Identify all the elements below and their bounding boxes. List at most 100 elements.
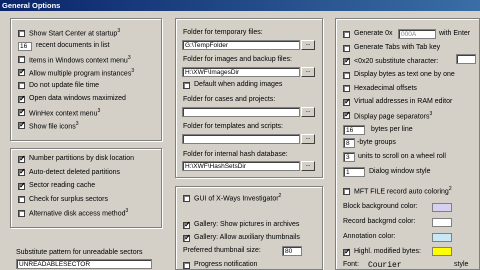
thumbnail-size-label: Preferred thumbnail size:: [183, 247, 261, 254]
bytes-per-line-input[interactable]: 16: [343, 125, 365, 135]
dialog-style-input[interactable]: 1: [343, 167, 365, 177]
editor-option-5-row[interactable]: Display page separators3: [343, 110, 432, 121]
left-option-3-checkbox[interactable]: [18, 67, 26, 77]
mft-auto-coloring-row[interactable]: MFT FILE record auto coloring2: [343, 186, 452, 196]
font-style-label: style: [454, 261, 469, 268]
left-option-3-row[interactable]: Allow multiple program instances3: [18, 67, 134, 78]
gallery-pictures-archives-checkbox[interactable]: [183, 220, 191, 230]
editor-option-2-checkbox[interactable]: [343, 71, 350, 79]
hash-db-folder-browse-button[interactable]: ...: [301, 161, 315, 171]
images-folder-browse-button[interactable]: ...: [301, 67, 315, 77]
thumbnail-size-input[interactable]: 80: [282, 246, 302, 256]
subst-pattern-input[interactable]: UNREADABLESECTOR: [16, 259, 152, 269]
disk-option-3-checkbox[interactable]: [18, 196, 25, 203]
disk-option-4-checkbox[interactable]: [18, 209, 25, 217]
default-when-adding-checkbox[interactable]: [183, 81, 190, 89]
cases-folder-input[interactable]: [182, 107, 300, 117]
left-option-2-checkbox[interactable]: [18, 55, 25, 63]
generate-0x-checkbox[interactable]: [343, 30, 350, 38]
byte-groups-input[interactable]: 8: [343, 138, 355, 148]
temp-folder-browse-button[interactable]: ...: [301, 40, 315, 50]
left-option-1-row[interactable]: 16 recent documents in list: [18, 41, 110, 51]
disk-option-3-label: Check for surplus sectors: [29, 195, 108, 203]
templates-folder-browse-button[interactable]: ...: [301, 134, 315, 144]
font-value: Courier: [368, 261, 402, 270]
disk-option-1-row[interactable]: Auto-detect deleted partitions: [18, 167, 120, 178]
generate-0x-row[interactable]: Generate 0x: [343, 29, 393, 39]
disk-option-0-label: Number partitions by disk location: [29, 155, 135, 162]
highlight-modified-checkbox[interactable]: [343, 247, 351, 257]
gui-xways-investigator-row[interactable]: GUI of X-Ways Investigator2: [183, 193, 281, 203]
editor-option-3-checkbox[interactable]: [343, 85, 350, 92]
highlight-modified-label: Highl. modified bytes:: [354, 248, 421, 255]
disk-option-0-checkbox[interactable]: [18, 154, 26, 164]
editor-option-4-row[interactable]: Virtual addresses in RAM editor: [343, 97, 452, 107]
temp-folder-input[interactable]: G:\TempFolder: [182, 40, 300, 50]
dialog-style-label: Dialog window style: [369, 168, 431, 175]
disk-option-2-row[interactable]: Sector reading cache: [18, 181, 95, 191]
left-option-5-checkbox[interactable]: [18, 94, 26, 104]
left-option-0-checkbox[interactable]: [18, 29, 25, 37]
disk-option-0-row[interactable]: Number partitions by disk location: [18, 154, 134, 164]
highlight-modified-swatch[interactable]: [432, 247, 452, 256]
progress-notification-checkbox[interactable]: [183, 261, 190, 269]
block-bg-color-label: Block background color:: [343, 203, 418, 210]
left-option-4-checkbox[interactable]: [18, 82, 25, 90]
editor-option-1-row[interactable]: <0x20 substitute character:: [343, 56, 438, 67]
editor-option-4-checkbox[interactable]: [343, 97, 351, 107]
editor-option-0-checkbox[interactable]: [343, 44, 350, 52]
left-option-4-label: Do not update file time: [29, 81, 100, 89]
byte-groups-row: 8 -byte groups: [343, 138, 396, 148]
progress-notification-row[interactable]: Progress notification: [183, 260, 257, 270]
images-folder-input[interactable]: H:\XWF\ImagesDir: [182, 67, 300, 77]
left-option-6-checkbox[interactable]: [18, 107, 26, 117]
scroll-units-input[interactable]: 3: [343, 152, 355, 162]
gui-xways-investigator-label: GUI of X-Ways Investigator2: [194, 193, 282, 203]
cases-folder-browse-button[interactable]: ...: [301, 107, 315, 117]
generate-0x-value-input[interactable]: 000A: [398, 29, 436, 39]
left-option-0-row[interactable]: Show Start Center at startup3: [18, 28, 120, 38]
disk-option-4-label: Alternative disk access method3: [29, 208, 129, 218]
block-bg-color-swatch[interactable]: [432, 203, 452, 212]
cases-folder-label: Folder for cases and projects:: [183, 96, 276, 103]
scroll-units-label: units to scroll on a wheel roll: [358, 153, 446, 160]
substitute-char-input[interactable]: [456, 54, 476, 64]
record-bg-color-swatch[interactable]: [432, 218, 452, 227]
progress-notification-label: Progress notification: [194, 261, 258, 268]
hash-db-folder-label: Folder for internal hash database:: [183, 151, 288, 158]
font-label: Font:: [343, 261, 359, 268]
left-option-6-row[interactable]: WinHex context menu3: [18, 107, 100, 117]
gallery-aux-thumbnails-row[interactable]: Gallery: Allow auxiliary thumbnails: [183, 233, 300, 243]
templates-folder-input[interactable]: [182, 134, 300, 144]
generate-0x-label: Generate 0x: [354, 30, 393, 37]
mft-auto-coloring-checkbox[interactable]: [343, 187, 350, 195]
editor-option-2-row[interactable]: Display bytes as text one by one: [343, 70, 455, 80]
left-option-1-count-input[interactable]: 16: [18, 41, 32, 51]
disk-option-2-label: Sector reading cache: [29, 182, 96, 189]
left-option-4-row[interactable]: Do not update file time: [18, 81, 99, 91]
gallery-pictures-archives-row[interactable]: Gallery: Show pictures in archives: [183, 220, 299, 230]
disk-option-4-row[interactable]: Alternative disk access method3: [18, 208, 128, 218]
left-option-7-checkbox[interactable]: [18, 120, 26, 130]
editor-option-3-label: Hexadecimal offsets: [354, 84, 417, 92]
left-option-6-label: WinHex context menu3: [29, 107, 101, 117]
left-option-2-row[interactable]: Items in Windows context menu3: [18, 54, 131, 64]
gallery-aux-thumbnails-checkbox[interactable]: [183, 233, 191, 243]
left-option-5-row[interactable]: Open data windows maximized: [18, 94, 126, 104]
highlight-modified-row[interactable]: Highl. modified bytes:: [343, 247, 421, 257]
default-when-adding-row[interactable]: Default when adding images: [183, 80, 282, 90]
disk-option-2-checkbox[interactable]: [18, 181, 26, 191]
editor-option-3-row[interactable]: Hexadecimal offsets: [343, 84, 417, 94]
editor-option-5-checkbox[interactable]: [343, 110, 351, 120]
hash-db-folder-input[interactable]: H:\XWF\HashSetsDir: [182, 161, 300, 171]
left-option-7-row[interactable]: Show file icons3: [18, 120, 78, 130]
dialog-style-row: 1 Dialog window style: [343, 167, 430, 177]
byte-groups-label: -byte groups: [357, 139, 396, 146]
disk-option-1-checkbox[interactable]: [18, 167, 26, 177]
editor-option-0-row[interactable]: Generate Tabs with Tab key: [343, 43, 440, 53]
annotation-color-swatch[interactable]: [432, 233, 452, 242]
editor-option-1-checkbox[interactable]: [343, 56, 351, 66]
annotation-color-label: Annotation color:: [343, 233, 396, 240]
disk-option-3-row[interactable]: Check for surplus sectors: [18, 195, 108, 205]
gui-xways-investigator-checkbox[interactable]: [183, 194, 190, 202]
